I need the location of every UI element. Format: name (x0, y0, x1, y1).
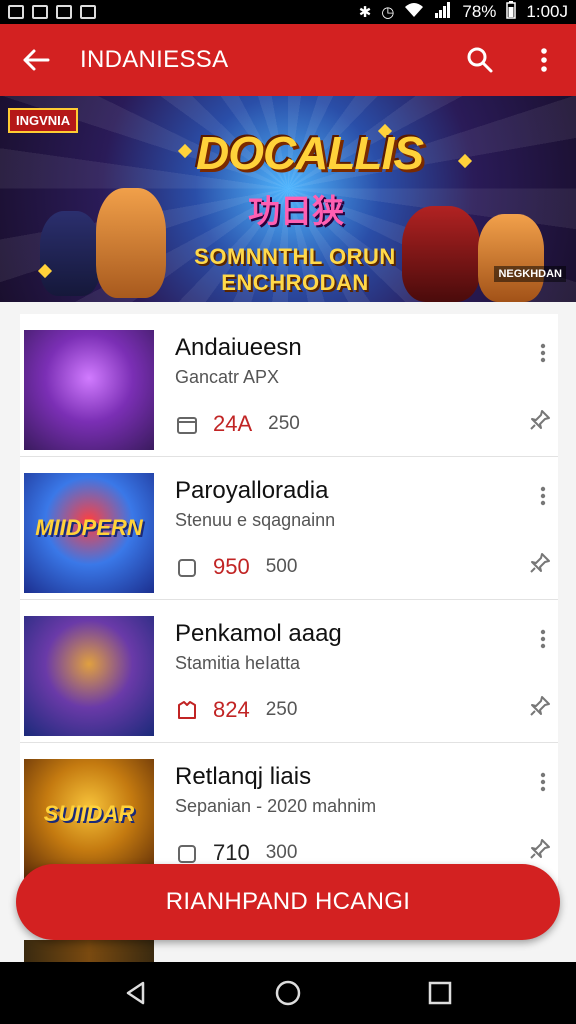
pin-icon (530, 839, 550, 859)
image-notification-icon (56, 5, 72, 19)
photo-notification-icon (32, 5, 48, 19)
list-item[interactable]: Penkamol aaag Stamitia heIatta 824 250 (20, 600, 558, 743)
more-vertical-icon (540, 486, 546, 506)
bluetooth-icon: ✱ (358, 4, 372, 21)
search-icon (467, 47, 493, 73)
item-more-button[interactable] (532, 624, 554, 654)
signal-icon (434, 2, 452, 22)
alarm-icon: ◷ (381, 4, 395, 21)
banner-subtitle: SOMNNTHL ORUN ENCHRODAN (194, 244, 396, 295)
item-pin-button[interactable] (526, 692, 554, 720)
item-primary-value: 710 (213, 840, 250, 865)
wifi-icon (404, 2, 424, 22)
gallery-notification-icon (8, 5, 24, 19)
more-vertical-icon (541, 48, 547, 72)
box-icon (175, 412, 199, 436)
item-stats: 824 250 (175, 696, 297, 724)
battery-percent: 78% (462, 2, 497, 21)
notification-icons (8, 5, 96, 19)
square-recents-icon (428, 981, 452, 1005)
more-vertical-icon (540, 772, 546, 792)
item-more-button[interactable] (532, 338, 554, 368)
app-bar: INDANIESSA (0, 24, 576, 96)
box-icon (175, 555, 199, 579)
item-primary-value: 24A (213, 411, 253, 436)
item-title: Retlanqj liais (175, 763, 312, 790)
bag-notification-icon (80, 5, 96, 19)
item-primary-value: 950 (213, 554, 250, 579)
item-thumbnail: SUIIDAR (24, 759, 154, 879)
thumbnail-label: SUIIDAR (43, 801, 135, 826)
overflow-menu-button[interactable] (512, 24, 576, 96)
item-more-button[interactable] (532, 481, 554, 511)
list-item[interactable]: Andaiueesn Gancatr APX 24A 250 (20, 314, 558, 457)
item-stats: 710 300 (175, 839, 297, 867)
item-thumbnail (24, 616, 154, 736)
pin-icon (530, 410, 550, 430)
nav-recents-button[interactable] (410, 962, 470, 1024)
item-secondary-value: 250 (265, 699, 298, 720)
item-thumbnail: MIIDPERN (24, 473, 154, 593)
item-thumbnail (24, 330, 154, 450)
item-title: Penkamol aaag (175, 620, 342, 647)
clock: 1:00J (526, 2, 568, 21)
pin-icon (530, 696, 550, 716)
item-pin-button[interactable] (526, 406, 554, 434)
list-item[interactable]: MIIDPERN Paroyalloradia Stenuu e sqagnai… (20, 457, 558, 600)
search-button[interactable] (448, 24, 512, 96)
primary-action-button[interactable]: RIANHPAND HCANGI (16, 864, 560, 940)
item-list: Andaiueesn Gancatr APX 24A 250 MIIDPERN … (20, 314, 558, 886)
banner-character-4 (478, 214, 544, 302)
item-title: Andaiueesn (175, 334, 302, 361)
more-vertical-icon (540, 343, 546, 363)
banner-corner-tag: INGVNIA (8, 108, 79, 133)
item-subtitle: Gancatr APX (175, 367, 280, 387)
partial-thumbnail (24, 940, 154, 962)
item-stats: 24A 250 (175, 410, 300, 438)
box-icon (175, 841, 199, 865)
item-pin-button[interactable] (526, 835, 554, 863)
pin-icon (530, 553, 550, 573)
banner-logo: DOCALLIS (196, 127, 424, 179)
banner-bottom-tag: NEGKHDAN (494, 266, 566, 282)
item-stats: 950 500 (175, 553, 297, 581)
item-title: Paroyalloradia (175, 477, 329, 504)
shirt-icon (175, 698, 199, 722)
item-pin-button[interactable] (526, 549, 554, 577)
item-primary-value: 824 (213, 697, 250, 722)
banner-logo-sub: 功日狭 (247, 193, 344, 229)
promo-banner[interactable]: INGVNIA DOCALLIS 功日狭 SOMNNTHL ORUN ENCHR… (0, 96, 576, 302)
item-secondary-value: 300 (265, 842, 298, 863)
status-bar: ✱ ◷ 78% 1:00J (0, 0, 576, 24)
item-secondary-value: 500 (265, 556, 298, 577)
back-button[interactable] (0, 24, 72, 96)
system-nav-bar (0, 962, 576, 1024)
battery-icon (506, 1, 517, 23)
item-subtitle: Stamitia heIatta (175, 653, 301, 673)
item-subtitle: Stenuu e sqagnainn (175, 510, 336, 530)
page-title: INDANIESSA (80, 46, 229, 73)
arrow-left-icon (23, 49, 50, 71)
nav-back-button[interactable] (106, 962, 166, 1024)
item-subtitle: Sepanian - 2020 mahnim (175, 796, 377, 816)
item-more-button[interactable] (532, 767, 554, 797)
banner-character-1 (40, 211, 100, 296)
more-vertical-icon (540, 629, 546, 649)
item-secondary-value: 250 (268, 413, 300, 434)
thumbnail-label: MIIDPERN (35, 515, 143, 540)
nav-home-button[interactable] (258, 962, 318, 1024)
triangle-back-icon (126, 981, 145, 1005)
circle-home-icon (275, 980, 301, 1006)
